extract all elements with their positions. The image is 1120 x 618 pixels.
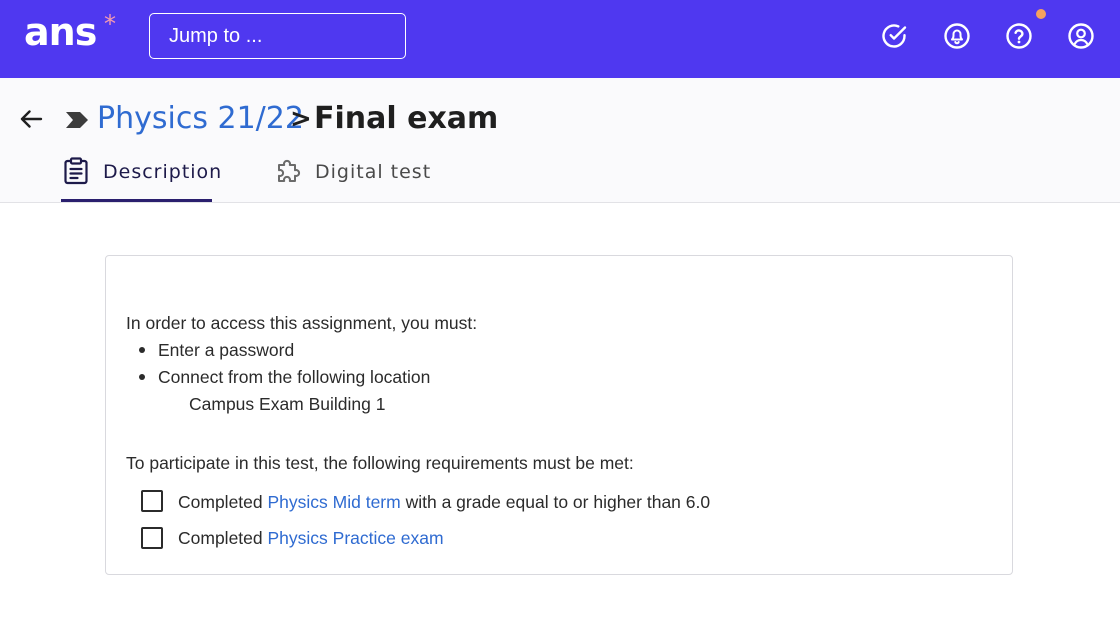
- bullet: [139, 374, 145, 380]
- puzzle-icon: [278, 159, 301, 182]
- logo-asterisk: *: [104, 10, 116, 38]
- app-logo[interactable]: ans *: [24, 10, 116, 54]
- requirement-prefix: Completed: [178, 492, 268, 512]
- requirement-suffix: with a grade equal to or higher than 6.0: [400, 492, 711, 512]
- course-tag-icon: [66, 112, 88, 128]
- breadcrumb-course-link[interactable]: Physics 21/22: [97, 101, 304, 136]
- physics-mid-term-link[interactable]: Physics Mid term: [268, 492, 401, 512]
- user-icon[interactable]: [1067, 22, 1095, 50]
- jump-to-input[interactable]: [149, 13, 406, 59]
- breadcrumb-separator: >: [290, 104, 312, 134]
- access-item-password: Enter a password: [158, 340, 295, 360]
- tab-digital-test-label: Digital test: [315, 161, 432, 183]
- clipboard-icon: [64, 157, 88, 185]
- requirement-checkbox[interactable]: [141, 490, 163, 512]
- tab-description[interactable]: Description: [61, 150, 221, 202]
- tab-digital-test[interactable]: Digital test: [273, 150, 433, 202]
- page-title: Final exam: [314, 101, 499, 136]
- requirements-intro: To participate in this test, the followi…: [126, 453, 634, 473]
- access-item-location: Connect from the following location: [158, 367, 431, 387]
- back-arrow-icon[interactable]: [17, 105, 45, 133]
- top-bar: ans *: [0, 0, 1120, 78]
- requirement-item: Completed Physics Practice exam: [178, 528, 444, 549]
- check-circle-icon[interactable]: [880, 22, 908, 50]
- requirement-checkbox[interactable]: [141, 527, 163, 549]
- requirements-card: In order to access this assignment, you …: [105, 255, 1013, 575]
- bell-icon[interactable]: [943, 22, 971, 50]
- logo-text: ans: [24, 10, 97, 54]
- physics-practice-exam-link[interactable]: Physics Practice exam: [268, 528, 444, 548]
- bullet: [139, 347, 145, 353]
- location-value: Campus Exam Building 1: [189, 394, 386, 414]
- access-intro: In order to access this assignment, you …: [126, 313, 478, 333]
- notification-dot: [1036, 9, 1046, 19]
- help-icon[interactable]: [1005, 22, 1033, 50]
- requirement-prefix: Completed: [178, 528, 268, 548]
- tab-description-label: Description: [103, 161, 223, 183]
- requirement-item: Completed Physics Mid term with a grade …: [178, 492, 710, 513]
